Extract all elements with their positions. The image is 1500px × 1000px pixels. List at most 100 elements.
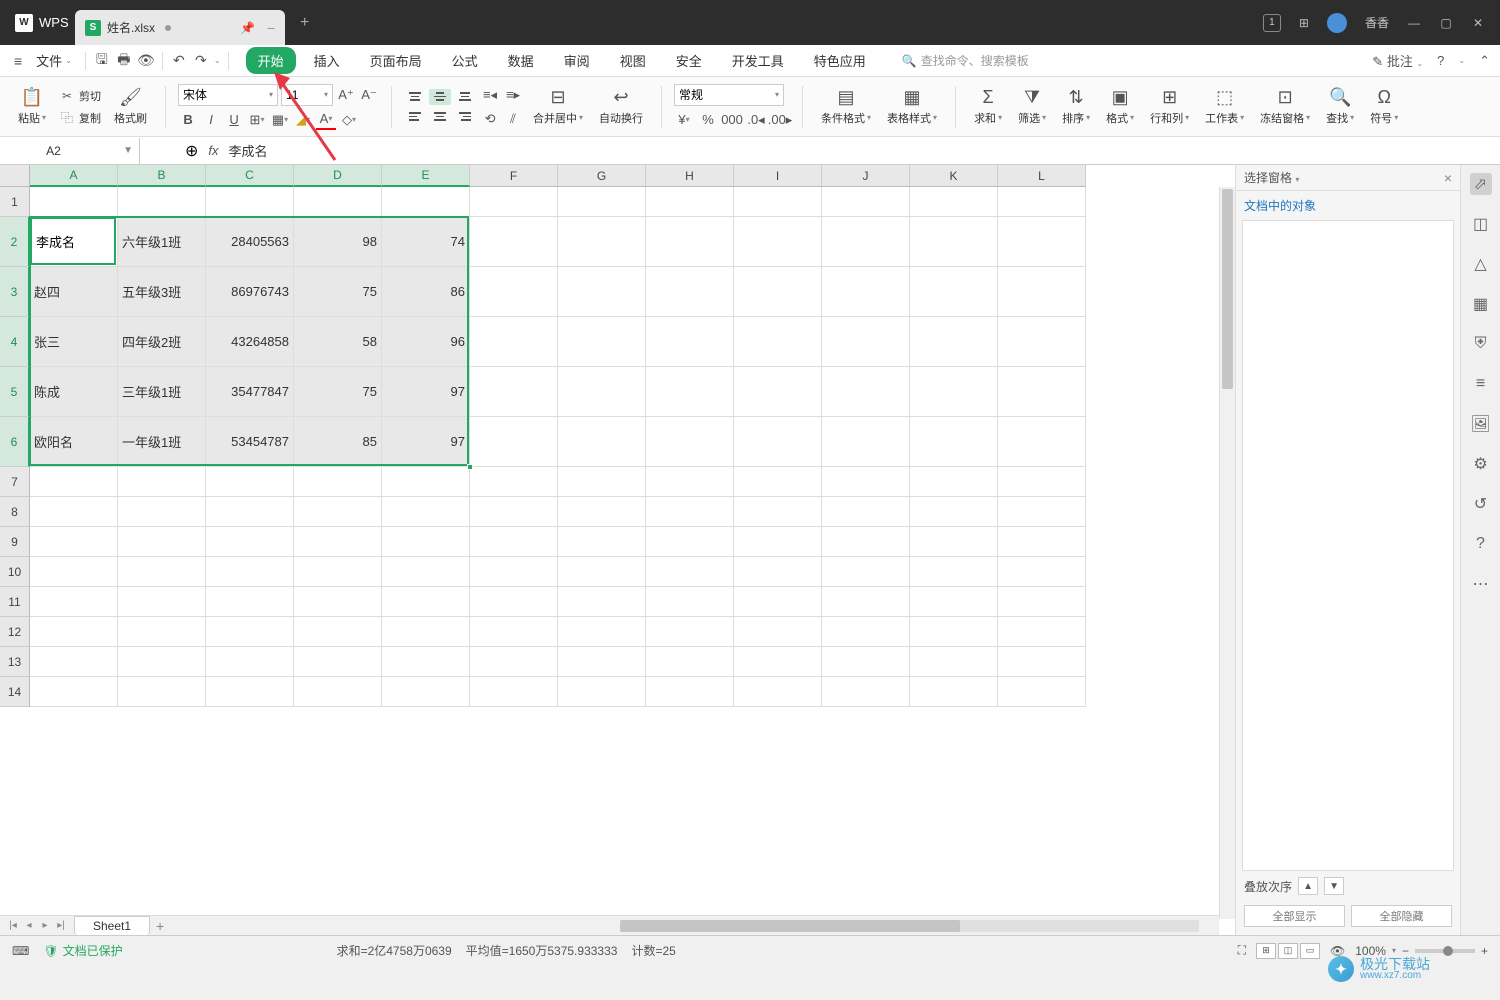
- filter-button[interactable]: ⧩筛选▾: [1012, 86, 1052, 128]
- cell[interactable]: [470, 677, 558, 707]
- cell[interactable]: 97: [382, 417, 470, 467]
- cell[interactable]: [470, 497, 558, 527]
- cell[interactable]: [646, 367, 734, 417]
- cell[interactable]: [646, 527, 734, 557]
- cell[interactable]: [118, 527, 206, 557]
- cell[interactable]: [734, 557, 822, 587]
- worksheet-button[interactable]: ⬚工作表▾: [1199, 86, 1250, 128]
- cell[interactable]: [382, 527, 470, 557]
- cell[interactable]: [558, 187, 646, 217]
- column-header[interactable]: F: [470, 165, 558, 187]
- cut-button[interactable]: ✂剪切: [56, 87, 104, 105]
- decrease-decimal-icon[interactable]: .0◂: [746, 110, 766, 130]
- cell[interactable]: [294, 587, 382, 617]
- comments-button[interactable]: ✎ 批注 ⌄: [1372, 51, 1423, 70]
- row-header[interactable]: 7: [0, 467, 30, 497]
- cell[interactable]: [470, 557, 558, 587]
- cell[interactable]: 三年级1班: [118, 367, 206, 417]
- row-header[interactable]: 8: [0, 497, 30, 527]
- tab-insert[interactable]: 插入: [302, 47, 352, 74]
- cell[interactable]: 六年级1班: [118, 217, 206, 267]
- column-header[interactable]: E: [382, 165, 470, 187]
- cell[interactable]: [910, 527, 998, 557]
- cell[interactable]: [822, 267, 910, 317]
- cell[interactable]: [470, 187, 558, 217]
- cell[interactable]: [734, 677, 822, 707]
- cell[interactable]: [734, 617, 822, 647]
- cell[interactable]: [558, 617, 646, 647]
- percent-icon[interactable]: %: [698, 110, 718, 130]
- notification-badge[interactable]: 1: [1263, 14, 1281, 32]
- image-tool-icon[interactable]: 🖼: [1470, 413, 1492, 435]
- cell[interactable]: [294, 187, 382, 217]
- cell[interactable]: [734, 317, 822, 367]
- format-button[interactable]: ▣格式▾: [1100, 86, 1140, 128]
- cell[interactable]: [734, 267, 822, 317]
- cell[interactable]: 97: [382, 367, 470, 417]
- cell[interactable]: [822, 677, 910, 707]
- align-top-icon[interactable]: [404, 89, 426, 105]
- font-color-button[interactable]: A▾: [316, 110, 336, 130]
- find-button[interactable]: 🔍查找▾: [1320, 86, 1360, 128]
- help-tool-icon[interactable]: ?: [1470, 533, 1492, 555]
- cell[interactable]: 58: [294, 317, 382, 367]
- cell[interactable]: [470, 647, 558, 677]
- cell[interactable]: [998, 497, 1086, 527]
- cell[interactable]: [294, 677, 382, 707]
- tab-special[interactable]: 特色应用: [802, 47, 878, 74]
- cell[interactable]: [206, 587, 294, 617]
- column-header[interactable]: B: [118, 165, 206, 187]
- cell[interactable]: [822, 417, 910, 467]
- fill-color-button[interactable]: ◢▾: [293, 110, 313, 130]
- document-tab[interactable]: 姓名.xlsx 📌 −: [75, 10, 285, 45]
- cell[interactable]: 75: [294, 267, 382, 317]
- cell[interactable]: [998, 617, 1086, 647]
- cell[interactable]: [294, 617, 382, 647]
- cell[interactable]: [382, 467, 470, 497]
- vertical-scrollbar[interactable]: [1219, 187, 1235, 919]
- cell[interactable]: [734, 367, 822, 417]
- cell[interactable]: 赵四: [30, 267, 118, 317]
- add-sheet-button[interactable]: +: [150, 916, 170, 936]
- file-menu[interactable]: 文件⌄: [30, 49, 78, 72]
- cell[interactable]: 86976743: [206, 267, 294, 317]
- row-col-button[interactable]: ⊞行和列▾: [1144, 86, 1195, 128]
- cell[interactable]: [206, 527, 294, 557]
- cell[interactable]: [998, 467, 1086, 497]
- cell[interactable]: [294, 527, 382, 557]
- style-tool-icon[interactable]: ◫: [1470, 213, 1492, 235]
- hide-all-button[interactable]: 全部隐藏: [1351, 905, 1452, 927]
- hamburger-icon[interactable]: ≡: [10, 51, 26, 71]
- cell[interactable]: [734, 187, 822, 217]
- row-header[interactable]: 4: [0, 317, 30, 367]
- align-bottom-icon[interactable]: [454, 89, 476, 105]
- cell[interactable]: 张三: [30, 317, 118, 367]
- cell[interactable]: [382, 677, 470, 707]
- row-header[interactable]: 10: [0, 557, 30, 587]
- minimize-button[interactable]: —: [1407, 16, 1421, 30]
- command-search[interactable]: 🔍 查找命令、搜索模板: [902, 52, 1029, 69]
- cell[interactable]: 28405563: [206, 217, 294, 267]
- cell[interactable]: [646, 217, 734, 267]
- cell[interactable]: [910, 217, 998, 267]
- cell[interactable]: [910, 267, 998, 317]
- cell[interactable]: [646, 647, 734, 677]
- row-header[interactable]: 14: [0, 677, 30, 707]
- reading-view-icon[interactable]: ▭: [1300, 943, 1320, 959]
- tab-review[interactable]: 审阅: [552, 47, 602, 74]
- cell[interactable]: [646, 317, 734, 367]
- cell[interactable]: [118, 557, 206, 587]
- clear-format-button[interactable]: ◇▾: [339, 110, 359, 130]
- cell[interactable]: [558, 677, 646, 707]
- border-button[interactable]: ⊞▾: [247, 110, 267, 130]
- print-icon[interactable]: 🖶: [115, 52, 133, 70]
- move-up-button[interactable]: ▲: [1298, 877, 1318, 895]
- merge-center-button[interactable]: ⊟ 合并居中▾: [527, 86, 589, 128]
- column-header[interactable]: K: [910, 165, 998, 187]
- cell[interactable]: [470, 367, 558, 417]
- first-sheet-icon[interactable]: |◂: [6, 919, 20, 933]
- cell[interactable]: [910, 187, 998, 217]
- cell[interactable]: [382, 587, 470, 617]
- cell[interactable]: [382, 497, 470, 527]
- page-view-icon[interactable]: ◫: [1278, 943, 1298, 959]
